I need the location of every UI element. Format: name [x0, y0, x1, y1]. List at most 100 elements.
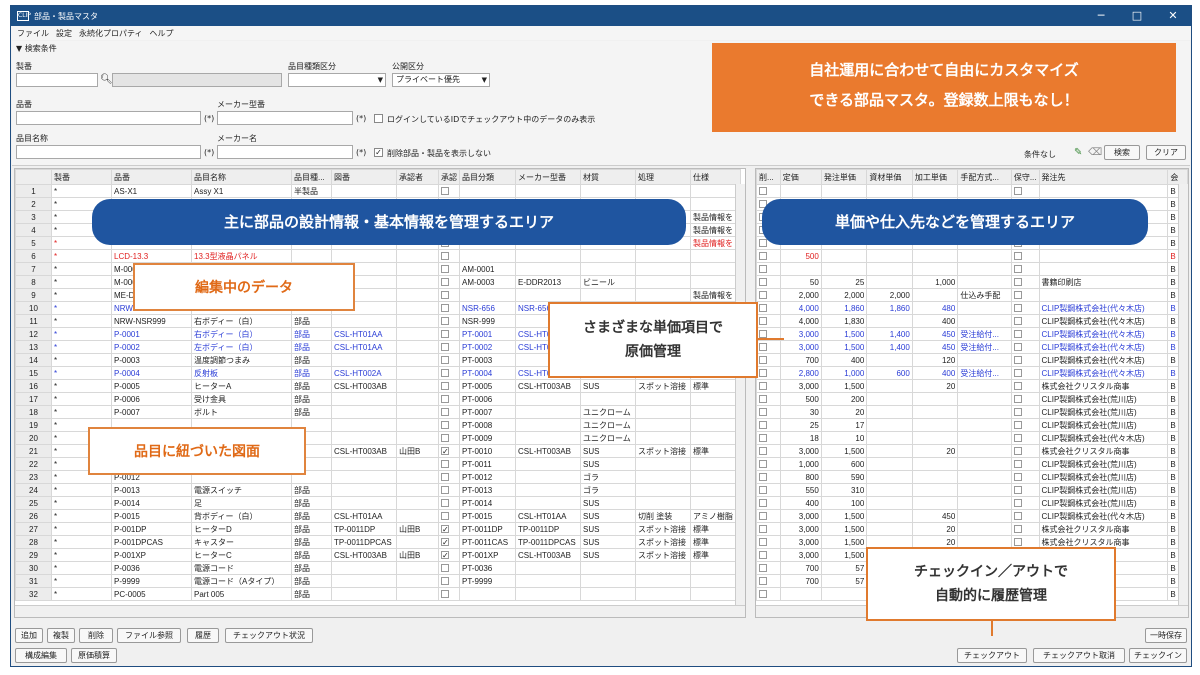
approval-checkbox[interactable] [441, 330, 449, 339]
checkout-cancel-button[interactable]: チェックアウト取消 [1033, 648, 1125, 663]
table-cell[interactable]: TP-0011DP [515, 522, 581, 536]
column-header[interactable]: 資材単価 [866, 169, 913, 185]
approval-checkbox[interactable] [441, 460, 449, 469]
table-cell[interactable] [515, 392, 581, 406]
table-cell[interactable] [580, 561, 636, 575]
table-cell[interactable]: E-DDR2013 [515, 275, 581, 289]
table-row[interactable]: 400 100 CLIP製鋼株式会社(荒川店) B [756, 496, 1188, 510]
delete-flag-checkbox[interactable] [759, 356, 767, 365]
price-cell[interactable] [866, 275, 913, 289]
price-cell[interactable]: 3,000 [779, 379, 822, 393]
table-cell[interactable]: P-0004 [111, 366, 192, 380]
table-cell[interactable] [957, 509, 1012, 523]
maintenance-cell[interactable] [1010, 379, 1040, 393]
delete-flag-checkbox[interactable] [759, 369, 767, 378]
item-name-input[interactable] [16, 145, 201, 159]
delete-flag-cell[interactable] [756, 366, 781, 380]
table-cell[interactable]: P-0013 [111, 483, 192, 497]
price-cell[interactable]: 400 [911, 314, 959, 328]
price-cell[interactable] [866, 353, 913, 367]
table-cell[interactable]: 3 [15, 210, 52, 224]
maintenance-checkbox[interactable] [1013, 486, 1022, 495]
delete-flag-cell[interactable] [756, 405, 781, 419]
maintenance-checkbox[interactable] [1013, 421, 1022, 430]
table-cell[interactable]: 13.3型液晶パネル [191, 249, 292, 263]
table-row[interactable]: 800 590 CLIP製鋼株式会社(荒川店) B [756, 470, 1188, 484]
maintenance-cell[interactable] [1010, 366, 1040, 380]
price-cell[interactable]: 450 [911, 340, 959, 354]
approval-checkbox[interactable] [441, 187, 449, 196]
table-cell[interactable] [459, 184, 516, 198]
table-cell[interactable]: AS-X1 [111, 184, 192, 198]
price-cell[interactable] [866, 431, 913, 445]
table-cell[interactable] [515, 262, 581, 276]
maintenance-cell[interactable] [1010, 392, 1040, 406]
table-cell[interactable]: 標準 [690, 535, 741, 549]
table-cell[interactable] [396, 366, 439, 380]
supplier-cell[interactable] [1038, 262, 1169, 276]
price-cell[interactable]: 800 [779, 470, 822, 484]
delete-flag-cell[interactable] [756, 457, 781, 471]
delete-flag-checkbox[interactable] [759, 278, 767, 287]
table-cell[interactable] [515, 418, 581, 432]
delete-flag-cell[interactable] [756, 509, 781, 523]
table-cell[interactable]: 受注給付... [957, 340, 1012, 354]
delete-button[interactable]: 削除 [79, 628, 113, 643]
maintenance-cell[interactable] [1010, 496, 1040, 510]
price-cell[interactable]: 1,500 [820, 444, 868, 458]
table-cell[interactable] [957, 275, 1012, 289]
table-cell[interactable] [331, 249, 397, 263]
table-cell[interactable]: PT-0006 [459, 392, 516, 406]
table-cell[interactable] [957, 353, 1012, 367]
supplier-cell[interactable]: CLIP製鋼株式会社(代々木店) [1038, 353, 1169, 367]
table-row[interactable]: 3,000 1,500 1,400 450 受注給付... CLIP製鋼株式会社(代々木店… [756, 327, 1188, 341]
table-cell[interactable]: TP-0011DP [331, 522, 397, 536]
table-cell[interactable] [331, 431, 397, 445]
table-cell[interactable]: 7 [15, 262, 52, 276]
table-cell[interactable] [396, 184, 439, 198]
table-cell[interactable]: P-001DP [111, 522, 192, 536]
table-cell[interactable] [331, 353, 397, 367]
table-cell[interactable]: PT-0015 [459, 509, 516, 523]
table-cell[interactable]: * [51, 301, 112, 315]
table-cell[interactable]: * [51, 574, 112, 588]
delete-flag-checkbox[interactable] [759, 447, 767, 456]
delete-flag-cell[interactable] [756, 288, 781, 302]
price-cell[interactable]: 1,000 [779, 457, 822, 471]
pen-icon[interactable]: ✎ [1074, 147, 1082, 158]
price-cell[interactable]: 3,000 [779, 327, 822, 341]
price-cell[interactable] [911, 392, 959, 406]
price-cell[interactable] [911, 457, 959, 471]
table-cell[interactable] [690, 483, 741, 497]
table-cell[interactable] [635, 470, 691, 484]
table-cell[interactable]: ヒーターC [191, 548, 292, 562]
table-cell[interactable]: 左ボディー（白） [191, 340, 292, 354]
approval-cell[interactable] [438, 353, 460, 367]
price-cell[interactable]: 450 [911, 509, 959, 523]
table-cell[interactable]: 部品 [291, 405, 332, 419]
table-cell[interactable]: 受注給付... [957, 366, 1012, 380]
table-cell[interactable]: PT-0003 [459, 353, 516, 367]
maintenance-cell[interactable] [1010, 444, 1040, 458]
approval-cell[interactable] [438, 366, 460, 380]
price-cell[interactable]: 57 [820, 561, 868, 575]
maintenance-cell[interactable] [1010, 418, 1040, 432]
maintenance-checkbox[interactable] [1013, 265, 1022, 274]
table-cell[interactable]: 1 [15, 184, 52, 198]
table-cell[interactable]: PT-0004 [459, 366, 516, 380]
table-cell[interactable]: SUS [580, 496, 636, 510]
column-header[interactable]: 発注単価 [820, 169, 868, 185]
left-vertical-scrollbar[interactable] [735, 184, 745, 605]
maintenance-checkbox[interactable] [1013, 291, 1022, 300]
table-row[interactable]: 8 * M-000 AM-0003 E-DDR2013 ビニール [15, 275, 741, 289]
table-cell[interactable] [331, 418, 397, 432]
column-header[interactable]: 図番 [331, 169, 397, 185]
price-cell[interactable]: 1,000 [820, 366, 868, 380]
table-cell[interactable] [635, 262, 691, 276]
table-cell[interactable]: ユニクローム [580, 418, 636, 432]
maintenance-checkbox[interactable] [1013, 525, 1022, 534]
price-cell[interactable] [866, 314, 913, 328]
table-row[interactable]: 1,000 600 CLIP製鋼株式会社(荒川店) B [756, 457, 1188, 471]
price-cell[interactable]: 3,000 [779, 340, 822, 354]
table-cell[interactable]: * [51, 535, 112, 549]
